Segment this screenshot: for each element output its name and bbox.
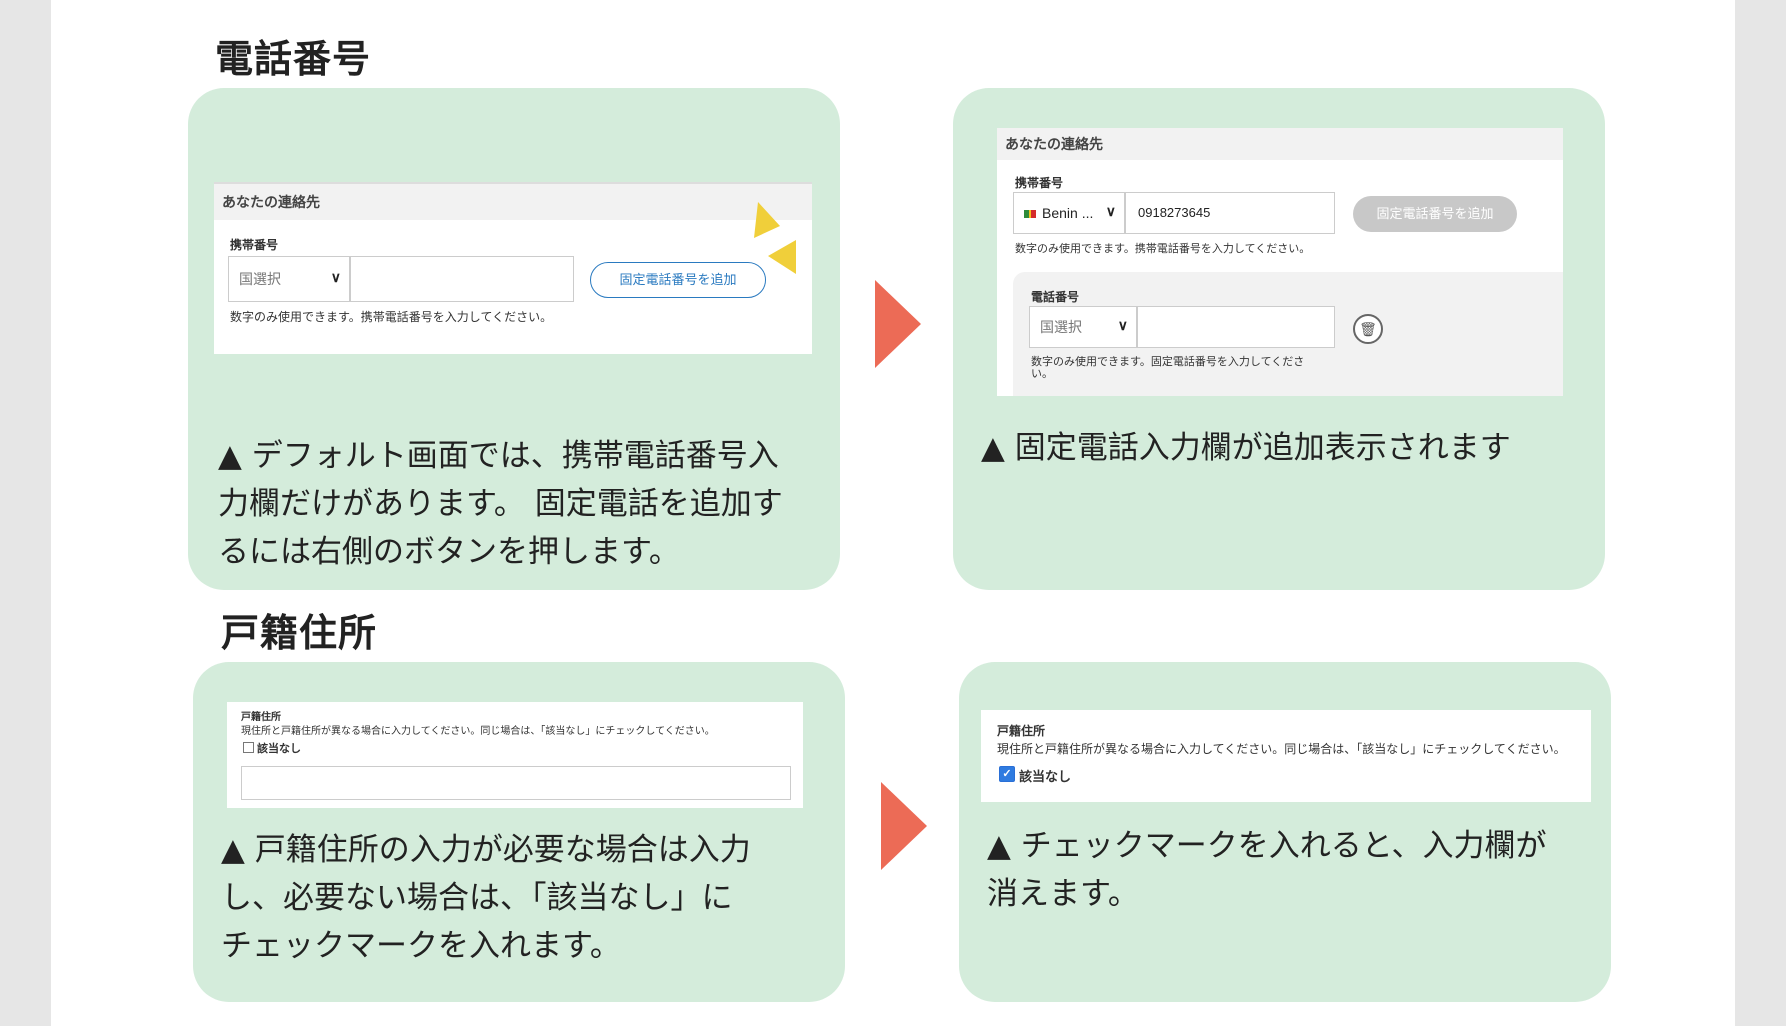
family-register-screenshot: 戸籍住所 現住所と戸籍住所が異なる場合に入力してください。同じ場合は、「該当なし…: [227, 702, 803, 808]
landline-label: 電話番号: [1031, 290, 1080, 304]
caption-phone-added: ▲ 固定電話入力欄が追加表示されます: [981, 430, 1511, 466]
family-register-checked-card: 戸籍住所 現住所と戸籍住所が異なる場合に入力してください。同じ場合は、「該当なし…: [959, 662, 1611, 1002]
benin-flag-icon: [1024, 210, 1036, 219]
phone-added-card: あなたの連絡先 携帯番号 Benin ... ∨ 0918273645 固定電話…: [953, 88, 1605, 590]
highlight-mark-icon: [754, 202, 796, 274]
caption-line: 消えます。: [987, 876, 1139, 912]
family-register-checked-screenshot: 戸籍住所 現住所と戸籍住所が異なる場合に入力してください。同じ場合は、「該当なし…: [981, 710, 1591, 802]
caption-line: チェックマークを入れます。: [221, 928, 621, 964]
country-select-value: Benin ...: [1042, 205, 1094, 221]
mobile-label: 携帯番号: [230, 238, 279, 252]
caption-line: るには右側のボタンを押します。: [218, 534, 680, 570]
mobile-number-input[interactable]: 0918273645: [1125, 192, 1335, 234]
mobile-number-input[interactable]: [350, 256, 574, 302]
arrow-right-icon: [881, 782, 927, 870]
section-title-family-register: 戸籍住所: [221, 611, 378, 655]
caption-family-register-checked: ▲ チェックマークを入れると、入力欄が 消えます。: [987, 822, 1546, 918]
family-register-input-card: 戸籍住所 現住所と戸籍住所が異なる場合に入力してください。同じ場合は、「該当なし…: [193, 662, 845, 1002]
chevron-down-icon: ∨: [1105, 203, 1116, 219]
mobile-label: 携帯番号: [1015, 176, 1064, 190]
page: 電話番号 あなたの連絡先 携帯番号 国選択 ∨ 固定電話番号を追加 数字のみ使用…: [51, 0, 1735, 1026]
not-applicable-checkbox[interactable]: [243, 742, 254, 753]
landline-number-input[interactable]: [1137, 306, 1335, 348]
landline-help-line: い。: [1031, 368, 1053, 380]
caption-family-register-input: ▲ 戸籍住所の入力が必要な場合は入力 し、必要ない場合は、「該当なし」に チェッ…: [221, 826, 751, 970]
caption-line: ▲ チェックマークを入れると、入力欄が: [987, 828, 1547, 864]
contact-section-header: あなたの連絡先: [214, 184, 812, 220]
add-landline-button[interactable]: 固定電話番号を追加: [590, 262, 766, 298]
caption-line: し、必要ない場合は、「該当なし」に: [221, 880, 733, 916]
arrow-right-icon: [875, 280, 921, 368]
mobile-help-text: 数字のみ使用できます。携帯電話番号を入力してください。: [1015, 243, 1311, 255]
family-register-label: 戸籍住所: [997, 724, 1046, 738]
caption-line: 力欄だけがあります。 固定電話を追加す: [218, 486, 783, 522]
landline-country-select[interactable]: 国選択 ∨: [1029, 306, 1137, 348]
mobile-help-text: 数字のみ使用できます。携帯電話番号を入力してください。: [230, 310, 553, 324]
family-register-label: 戸籍住所: [241, 712, 281, 723]
landline-help-line: 数字のみ使用できます。固定電話番号を入力してくださ: [1031, 356, 1305, 368]
family-register-address-input[interactable]: [241, 766, 791, 800]
caption-line: ▲ 戸籍住所の入力が必要な場合は入力: [221, 832, 751, 868]
landline-country-value: 国選択: [1040, 319, 1082, 335]
chevron-down-icon: ∨: [1117, 317, 1128, 333]
family-register-help: 現住所と戸籍住所が異なる場合に入力してください。同じ場合は、「該当なし」にチェッ…: [997, 742, 1566, 756]
phone-default-card: あなたの連絡先 携帯番号 国選択 ∨ 固定電話番号を追加 数字のみ使用できます。…: [188, 88, 840, 590]
add-landline-button-disabled: 固定電話番号を追加: [1353, 196, 1517, 232]
phone-added-screenshot: あなたの連絡先 携帯番号 Benin ... ∨ 0918273645 固定電話…: [997, 128, 1563, 396]
country-select-value: 国選択: [239, 271, 281, 287]
not-applicable-label: 該当なし: [257, 743, 301, 755]
caption-line: ▲ デフォルト画面では、携帯電話番号入: [218, 438, 779, 474]
landline-panel: 電話番号 国選択 ∨ 🗑 数字のみ使用できます。固定電話番号を入力してくださ い…: [1013, 272, 1563, 396]
delete-trash-icon[interactable]: 🗑: [1353, 314, 1383, 344]
landline-help-text: 数字のみ使用できます。固定電話番号を入力してくださ い。: [1031, 356, 1304, 380]
country-select[interactable]: 国選択 ∨: [228, 256, 350, 302]
section-title-phone: 電話番号: [215, 37, 372, 81]
family-register-help: 現住所と戸籍住所が異なる場合に入力してください。同じ場合は、「該当なし」にチェッ…: [241, 726, 715, 737]
chevron-down-icon: ∨: [330, 268, 341, 285]
not-applicable-label: 該当なし: [1019, 769, 1072, 784]
phone-default-screenshot: あなたの連絡先 携帯番号 国選択 ∨ 固定電話番号を追加 数字のみ使用できます。…: [214, 182, 812, 354]
country-select[interactable]: Benin ... ∨: [1013, 192, 1125, 234]
contact-section-header: あなたの連絡先: [997, 128, 1563, 160]
not-applicable-checkbox-checked[interactable]: ✓: [999, 766, 1015, 782]
caption-phone-default: ▲ デフォルト画面では、携帯電話番号入 力欄だけがあります。 固定電話を追加す …: [218, 432, 783, 576]
